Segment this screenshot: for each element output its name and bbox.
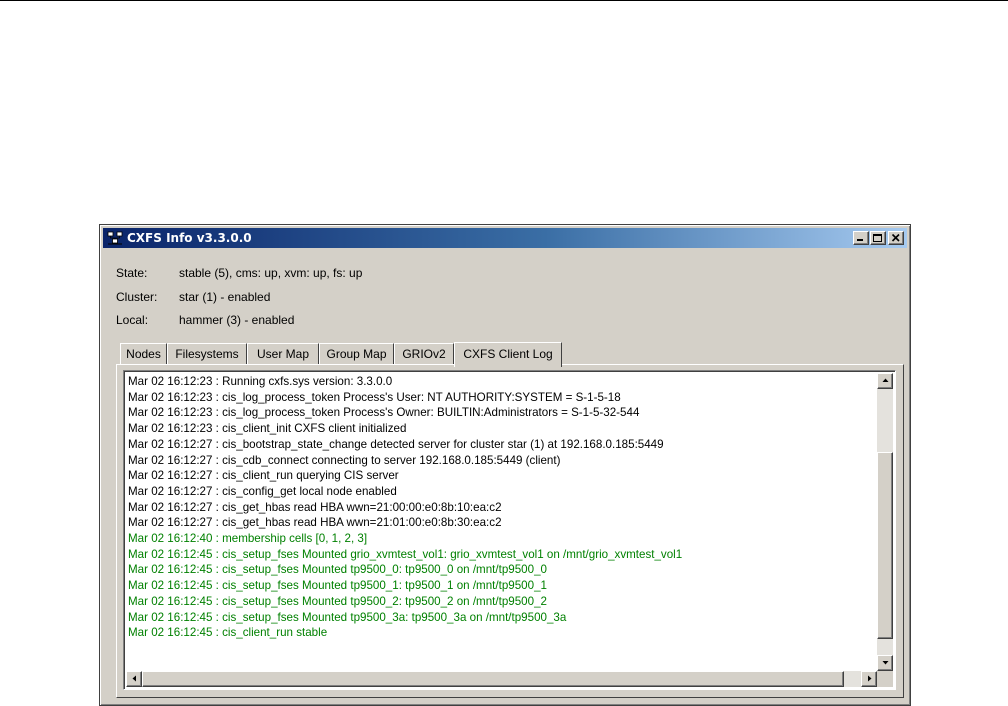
tab-griov2[interactable]: GRIOv2 xyxy=(394,343,454,365)
client-log-box[interactable]: Mar 02 16:12:23 : Running cxfs.sys versi… xyxy=(123,370,896,690)
tab-user-map[interactable]: User Map xyxy=(247,343,319,365)
tab-panel: Mar 02 16:12:23 : Running cxfs.sys versi… xyxy=(116,364,904,698)
scroll-down-button[interactable] xyxy=(877,655,893,671)
horizontal-scrollbar[interactable] xyxy=(126,671,877,687)
minimize-icon xyxy=(857,239,863,241)
arrow-down-icon xyxy=(882,661,889,665)
horizontal-scroll-thumb[interactable] xyxy=(142,671,844,687)
minimize-button[interactable] xyxy=(853,231,869,245)
scroll-left-button[interactable] xyxy=(126,671,142,687)
scroll-corner xyxy=(877,671,893,687)
state-label: State: xyxy=(116,266,148,280)
log-line: Mar 02 16:12:27 : cis_cdb_connect connec… xyxy=(128,453,561,467)
scroll-up-button[interactable] xyxy=(877,373,893,389)
maximize-icon xyxy=(873,234,882,242)
cxfs-info-window: CXFS Info v3.3.0.0 State: stable (5), cm… xyxy=(99,224,911,706)
arrow-up-icon xyxy=(882,378,889,382)
log-line: Mar 02 16:12:45 : cis_setup_fses Mounted… xyxy=(128,610,567,624)
window-title: CXFS Info v3.3.0.0 xyxy=(127,231,252,245)
vertical-scroll-thumb[interactable] xyxy=(877,452,893,639)
network-nodes-icon xyxy=(107,231,123,245)
log-line: Mar 02 16:12:27 : cis_bootstrap_state_ch… xyxy=(128,437,664,451)
log-lines: Mar 02 16:12:23 : Running cxfs.sys versi… xyxy=(128,374,868,641)
log-line: Mar 02 16:12:45 : cis_setup_fses Mounted… xyxy=(128,579,547,593)
tab-filesystems[interactable]: Filesystems xyxy=(167,343,247,365)
local-value: hammer (3) - enabled xyxy=(179,313,295,327)
log-line: Mar 02 16:12:45 : cis_setup_fses Mounted… xyxy=(128,563,547,577)
arrow-left-icon xyxy=(132,675,136,682)
log-line: Mar 02 16:12:27 : cis_get_hbas read HBA … xyxy=(128,516,502,530)
log-line: Mar 02 16:12:45 : cis_setup_fses Mounted… xyxy=(128,594,547,608)
top-divider-line xyxy=(0,0,1008,1)
log-line: Mar 02 16:12:40 : membership cells [0, 1… xyxy=(128,532,368,546)
close-button[interactable] xyxy=(888,231,904,245)
log-line: Mar 02 16:12:27 : cis_config_get local n… xyxy=(128,484,397,498)
title-bar[interactable]: CXFS Info v3.3.0.0 xyxy=(103,228,907,248)
scroll-right-button[interactable] xyxy=(861,671,877,687)
tab-group-map[interactable]: Group Map xyxy=(319,343,394,365)
log-line: Mar 02 16:12:23 : cis_client_init CXFS c… xyxy=(128,422,407,436)
log-line: Mar 02 16:12:27 : cis_client_run queryin… xyxy=(128,469,399,483)
tab-nodes[interactable]: Nodes xyxy=(120,343,167,365)
log-line: Mar 02 16:12:27 : cis_get_hbas read HBA … xyxy=(128,500,502,514)
tab-cxfs-client-log[interactable]: CXFS Client Log xyxy=(454,342,562,367)
close-icon xyxy=(891,233,900,242)
arrow-right-icon xyxy=(868,675,872,682)
cluster-label: Cluster: xyxy=(116,290,158,304)
local-label: Local: xyxy=(116,313,149,327)
state-value: stable (5), cms: up, xvm: up, fs: up xyxy=(179,266,363,280)
maximize-button[interactable] xyxy=(870,231,886,245)
vertical-scrollbar[interactable] xyxy=(877,373,893,671)
cluster-value: star (1) - enabled xyxy=(179,290,271,304)
log-line: Mar 02 16:12:23 : cis_log_process_token … xyxy=(128,406,640,420)
log-line: Mar 02 16:12:45 : cis_setup_fses Mounted… xyxy=(128,547,683,561)
log-line: Mar 02 16:12:23 : cis_log_process_token … xyxy=(128,390,621,404)
log-line: Mar 02 16:12:45 : cis_client_run stable xyxy=(128,626,328,640)
log-line: Mar 02 16:12:23 : Running cxfs.sys versi… xyxy=(128,375,393,388)
